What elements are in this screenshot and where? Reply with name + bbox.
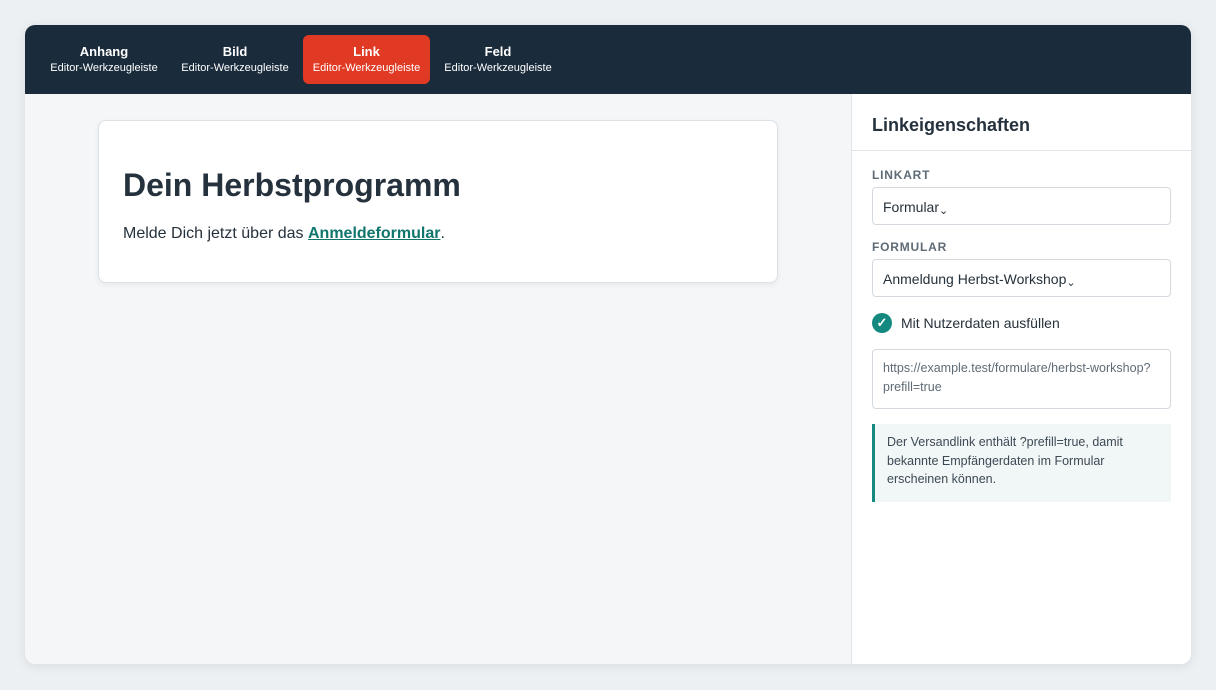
paragraph-text: Melde Dich jetzt über das xyxy=(123,225,308,242)
form-value: Anmeldung Herbst-Workshop xyxy=(883,271,1067,287)
form-label: FORMULAR xyxy=(872,240,948,254)
tab-sublabel: Editor-Werkzeugleiste xyxy=(444,62,552,74)
content-card[interactable]: Dein Herbstprogramm Melde Dich jetzt übe… xyxy=(98,120,778,283)
link-type-select[interactable]: Formular⌄ xyxy=(872,187,1171,225)
tab-anhang[interactable]: Anhang Editor-Werkzeugleiste xyxy=(41,35,167,84)
content-heading[interactable]: Dein Herbstprogramm xyxy=(123,167,461,203)
tab-label: Anhang xyxy=(79,44,129,59)
check-icon: ✓ xyxy=(876,315,888,330)
form-link[interactable]: Anmeldeformular xyxy=(308,225,440,242)
chevron-down-icon: ⌄ xyxy=(1066,277,1076,289)
link-type-value: Formular xyxy=(883,199,940,215)
link-properties-panel: Linkeigenschaften LINKART Formular⌄ FORM… xyxy=(851,94,1191,664)
tab-bild[interactable]: Bild Editor-Werkzeugleiste xyxy=(172,35,298,84)
editor-window: Anhang Editor-Werkzeugleiste Bild Editor… xyxy=(25,25,1191,664)
form-select[interactable]: Anmeldung Herbst-Workshop⌄ xyxy=(872,259,1171,297)
content-paragraph[interactable]: Melde Dich jetzt über das Anmeldeformula… xyxy=(123,224,445,244)
tab-label: Bild xyxy=(222,44,248,59)
prefill-label: Mit Nutzerdaten ausfüllen xyxy=(901,315,1060,331)
tab-label: Feld xyxy=(484,44,512,59)
prefill-checkbox[interactable]: ✓ xyxy=(872,313,892,333)
editor-toolbar: Anhang Editor-Werkzeugleiste Bild Editor… xyxy=(25,25,1191,94)
chevron-down-icon: ⌄ xyxy=(939,205,949,217)
tab-sublabel: Editor-Werkzeugleiste xyxy=(50,62,158,74)
link-type-label: LINKART xyxy=(872,168,931,182)
tab-feld[interactable]: Feld Editor-Werkzeugleiste xyxy=(435,35,561,84)
tab-link[interactable]: Link Editor-Werkzeugleiste xyxy=(303,35,430,84)
tab-sublabel: Editor-Werkzeugleiste xyxy=(181,62,289,74)
link-url-field[interactable]: https://example.test/formulare/herbst-wo… xyxy=(872,349,1171,409)
editor-canvas: Dein Herbstprogramm Melde Dich jetzt übe… xyxy=(25,94,851,664)
panel-divider xyxy=(852,150,1191,151)
tab-label: Link xyxy=(353,44,380,59)
paragraph-period: . xyxy=(440,225,445,242)
prefill-info-note: Der Versandlink enthält ?prefill=true, d… xyxy=(872,424,1171,502)
tab-sublabel: Editor-Werkzeugleiste xyxy=(312,62,421,74)
panel-title: Linkeigenschaften xyxy=(872,115,1031,135)
